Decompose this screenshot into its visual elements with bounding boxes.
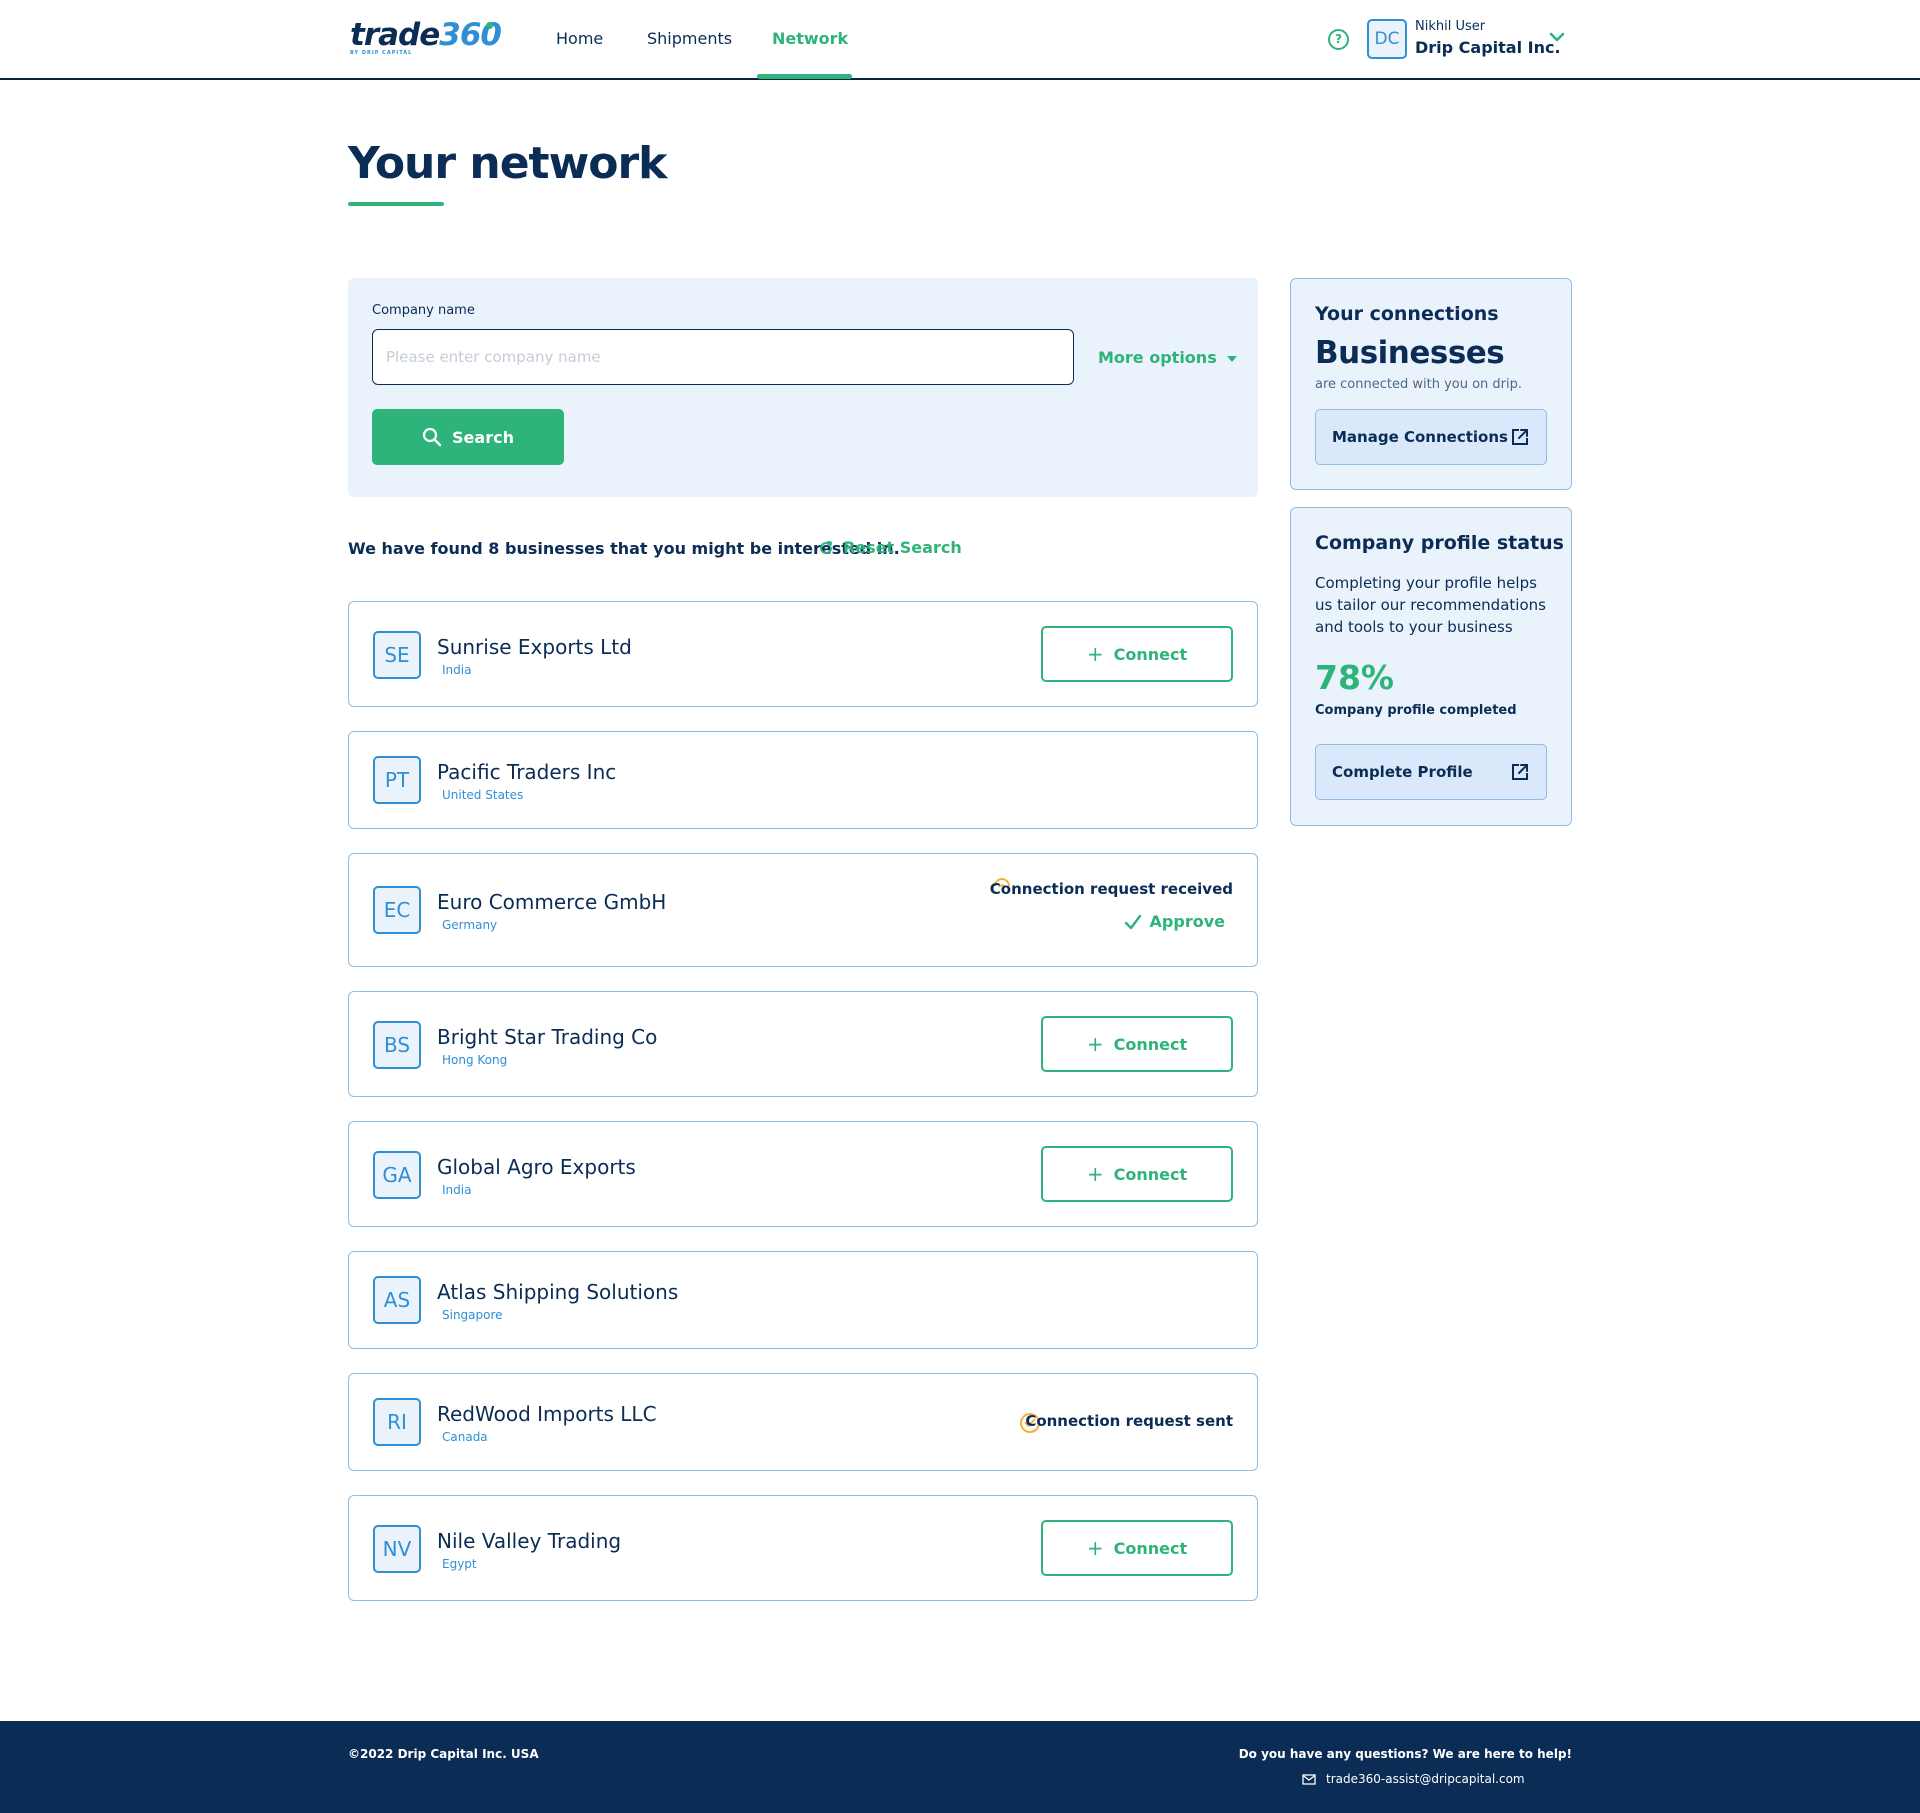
business-country: Hong Kong	[442, 1053, 508, 1067]
top-navbar: trade360 BY DRIP CAPITAL Home Shipments …	[0, 0, 1920, 80]
nav-home[interactable]: Home	[556, 0, 603, 78]
support-email: trade360-assist@dripcapital.com	[1326, 1772, 1525, 1786]
more-options-label: More options	[1098, 348, 1217, 367]
business-card: BS Bright Star Trading Co Hong Kong + Con…	[348, 991, 1258, 1097]
plus-icon: +	[1086, 1032, 1104, 1056]
business-country: Canada	[442, 1430, 488, 1444]
connect-label: Connect	[1113, 1538, 1188, 1558]
business-avatar: GA	[373, 1151, 421, 1199]
business-avatar: BS	[373, 1021, 421, 1069]
complete-profile-label: Complete Profile	[1332, 763, 1473, 781]
business-avatar: NV	[373, 1525, 421, 1573]
connections-title: Your connections	[1315, 303, 1499, 325]
nav-network[interactable]: Network	[772, 0, 848, 78]
business-country: India	[442, 1183, 472, 1197]
help-circle-icon[interactable]: ?	[1328, 29, 1349, 50]
manage-connections-button[interactable]: Manage Connections	[1315, 409, 1547, 465]
manage-connections-label: Manage Connections	[1332, 428, 1508, 446]
user-avatar[interactable]: DC	[1367, 19, 1407, 59]
connection-request-sent-text: Connection request sent	[1025, 1412, 1233, 1430]
business-avatar: AS	[373, 1276, 421, 1324]
connections-panel: Your connections Businesses are connecte…	[1290, 278, 1572, 490]
company-name-label: Company name	[372, 303, 475, 318]
active-nav-indicator	[757, 74, 852, 79]
profile-description: Completing your profile helps us tailor …	[1315, 574, 1546, 636]
profile-percent: 78%	[1315, 658, 1394, 697]
business-name[interactable]: RedWood Imports LLC	[437, 1402, 657, 1426]
profile-status-panel: Company profile status Completing your p…	[1290, 507, 1572, 826]
connection-request-received-text: Connection request received	[989, 880, 1233, 898]
external-link-icon	[1512, 429, 1528, 445]
connect-button[interactable]: + Connect	[1041, 1520, 1233, 1576]
trade360-logo[interactable]: trade360 BY DRIP CAPITAL	[350, 17, 502, 58]
connect-button[interactable]: + Connect	[1041, 626, 1233, 682]
business-card: NV Nile Valley Trading Egypt + Connect	[348, 1495, 1258, 1601]
plus-icon: +	[1086, 1536, 1104, 1560]
check-icon	[1124, 914, 1141, 929]
business-card: SE Sunrise Exports Ltd India + Connect	[348, 601, 1258, 707]
business-name[interactable]: Atlas Shipping Solutions	[437, 1280, 678, 1304]
business-avatar: RI	[373, 1398, 421, 1446]
business-card: RI RedWood Imports LLC Canada Connection…	[348, 1373, 1258, 1471]
company-name-input[interactable]	[372, 329, 1074, 385]
search-icon	[422, 427, 442, 447]
business-country: Germany	[442, 918, 498, 932]
business-avatar: EC	[373, 886, 421, 934]
business-card: EC Euro Commerce GmbH Germany Connection…	[348, 853, 1258, 967]
business-country: Egypt	[442, 1557, 477, 1571]
business-card: GA Global Agro Exports India + Connect	[348, 1121, 1258, 1227]
connect-label: Connect	[1113, 1034, 1188, 1054]
logo-subtitle: BY DRIP CAPITAL	[350, 50, 413, 56]
business-name[interactable]: Nile Valley Trading	[437, 1529, 621, 1553]
plus-icon: +	[1086, 642, 1104, 666]
user-name: Nikhil User	[1415, 19, 1486, 34]
connect-label: Connect	[1113, 644, 1188, 664]
help-question: Do you have any questions? We are here t…	[1238, 1747, 1572, 1761]
business-name[interactable]: Bright Star Trading Co	[437, 1025, 657, 1049]
connect-button[interactable]: + Connect	[1041, 1146, 1233, 1202]
business-card: AS Atlas Shipping Solutions Singapore	[348, 1251, 1258, 1349]
logo-trade-text: trade	[350, 17, 440, 53]
search-button[interactable]: Search	[372, 409, 564, 465]
business-country: United States	[442, 788, 524, 802]
chevron-down-icon[interactable]	[1548, 28, 1566, 46]
profile-status-title: Company profile status	[1315, 532, 1564, 554]
business-card: PT Pacific Traders Inc United States	[348, 731, 1258, 829]
reset-search-link[interactable]: Reset Search	[818, 538, 962, 557]
more-options-toggle[interactable]: More options	[1098, 348, 1237, 367]
logo-dot-icon	[486, 22, 493, 29]
plus-icon: +	[1086, 1162, 1104, 1186]
connect-button[interactable]: + Connect	[1041, 1016, 1233, 1072]
external-link-icon	[1512, 764, 1528, 780]
reset-search-label: Reset Search	[843, 538, 962, 557]
business-name[interactable]: Pacific Traders Inc	[437, 760, 616, 784]
business-country: Singapore	[442, 1308, 503, 1322]
search-button-label: Search	[452, 427, 514, 447]
copyright: ©2022 Drip Capital Inc. USA	[348, 1747, 539, 1761]
business-avatar: SE	[373, 631, 421, 679]
profile-caption: Company profile completed	[1315, 703, 1517, 718]
results-summary: We have found 8 businesses that you migh…	[348, 539, 900, 558]
business-name[interactable]: Sunrise Exports Ltd	[437, 635, 632, 659]
business-country: India	[442, 663, 472, 677]
connections-count: Businesses	[1315, 335, 1505, 371]
complete-profile-button[interactable]: Complete Profile	[1315, 744, 1547, 800]
caret-down-icon	[1226, 355, 1237, 362]
business-name[interactable]: Euro Commerce GmbH	[437, 890, 666, 914]
business-avatar: PT	[373, 756, 421, 804]
user-company: Drip Capital Inc.	[1415, 38, 1561, 57]
footer: ©2022 Drip Capital Inc. USA Do you have …	[0, 1721, 1920, 1813]
nav-shipments[interactable]: Shipments	[647, 0, 732, 78]
connections-caption: are connected with you on drip.	[1315, 377, 1523, 392]
mail-icon	[1302, 1773, 1316, 1785]
page-title: Your network	[348, 138, 667, 189]
support-email-link[interactable]: trade360-assist@dripcapital.com	[1302, 1772, 1525, 1786]
title-underline	[348, 202, 444, 206]
connect-label: Connect	[1113, 1164, 1188, 1184]
refresh-icon	[820, 540, 833, 554]
approve-button[interactable]: Approve	[1124, 912, 1225, 931]
approve-label: Approve	[1149, 912, 1225, 931]
search-panel: Company name More options Search	[348, 278, 1258, 497]
business-name[interactable]: Global Agro Exports	[437, 1155, 636, 1179]
